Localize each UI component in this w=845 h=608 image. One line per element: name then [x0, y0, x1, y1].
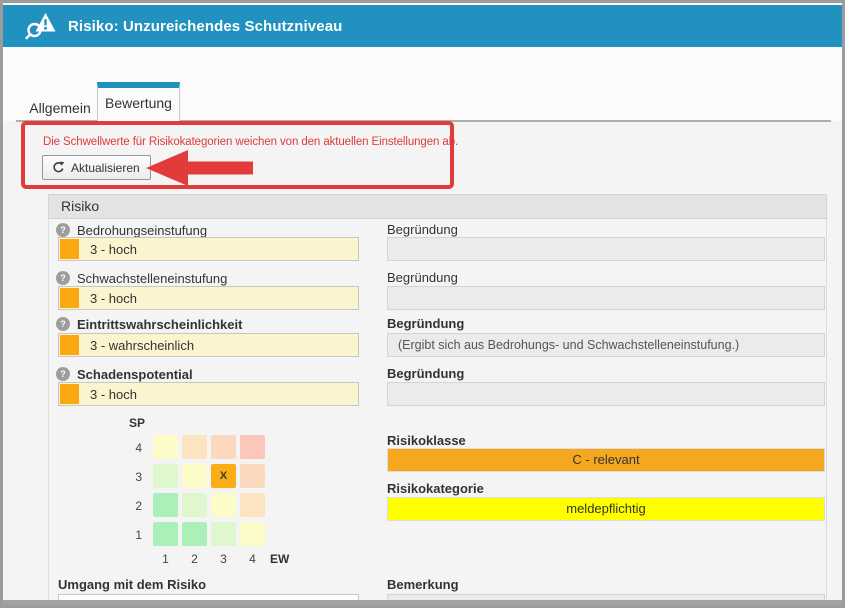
rating-level-marker: [60, 239, 79, 259]
matrix-col-label-4: 4: [240, 552, 265, 566]
schadenspotential-label-row: ? Schadenspotential: [56, 366, 193, 382]
help-icon[interactable]: ?: [56, 367, 70, 381]
matrix-cell-ew2-sp3[interactable]: [182, 464, 207, 488]
eintritt-rating-field[interactable]: 3 - wahrscheinlich: [58, 333, 359, 357]
risk-matrix-grid: X: [153, 435, 265, 547]
begruendung-label-2: Begründung: [387, 270, 458, 286]
matrix-col-label-1: 1: [153, 552, 178, 566]
risk-class-bar: C - relevant: [387, 448, 825, 472]
schwachstellen-rating-field[interactable]: 3 - hoch: [58, 286, 359, 310]
schadenspotential-rating-value: 3 - hoch: [90, 387, 137, 402]
aktualisieren-button[interactable]: Aktualisieren: [42, 155, 151, 180]
tab-allgemein[interactable]: Allgemein: [24, 95, 96, 121]
risk-category-bar: meldepflichtig: [387, 497, 825, 521]
help-icon[interactable]: ?: [56, 223, 70, 237]
window-titlebar: Risiko: Unzureichendes Schutzniveau: [3, 5, 842, 47]
bedrohung-rating-value: 3 - hoch: [90, 242, 137, 257]
window-title: Risiko: Unzureichendes Schutzniveau: [68, 18, 342, 35]
annotation-arrow: [146, 150, 253, 186]
bedrohung-rating-field[interactable]: 3 - hoch: [58, 237, 359, 261]
matrix-cell-ew3-sp4[interactable]: [211, 435, 236, 459]
matrix-row-label-2: 2: [120, 499, 142, 513]
risikokategorie-label: Risikokategorie: [387, 481, 484, 497]
bemerkung-label: Bemerkung: [387, 577, 459, 593]
matrix-row-label-3: 3: [120, 470, 142, 484]
eintritt-label-row: ? Eintrittswahrscheinlichkeit: [56, 316, 242, 332]
refresh-icon: [52, 161, 65, 174]
rating-level-marker: [60, 384, 79, 404]
schadenspotential-rating-field[interactable]: 3 - hoch: [58, 382, 359, 406]
begruendung-label-3: Begründung: [387, 316, 464, 332]
aktualisieren-button-label: Aktualisieren: [71, 161, 140, 175]
eintritt-rating-value: 3 - wahrscheinlich: [90, 338, 194, 353]
matrix-row-label-1: 1: [120, 528, 142, 542]
risiko-panel-header: Risiko: [48, 194, 827, 219]
matrix-y-axis-label: SP: [129, 416, 145, 430]
matrix-cell-ew3-sp1[interactable]: [211, 522, 236, 546]
help-icon[interactable]: ?: [56, 317, 70, 331]
help-icon[interactable]: ?: [56, 271, 70, 285]
matrix-cell-ew2-sp2[interactable]: [182, 493, 207, 517]
risikoklasse-label: Risikoklasse: [387, 433, 466, 449]
matrix-cell-ew1-sp1[interactable]: [153, 522, 178, 546]
eintritt-label: Eintrittswahrscheinlichkeit: [77, 317, 242, 332]
rating-level-marker: [60, 288, 79, 308]
matrix-cell-ew1-sp2[interactable]: [153, 493, 178, 517]
begruendung-label-4: Begründung: [387, 366, 464, 382]
threshold-warning-text: Die Schwellwerte für Risikokategorien we…: [43, 136, 458, 148]
risk-alert-icon: [24, 11, 58, 41]
risk-dialog-window: Risiko: Unzureichendes Schutzniveau Allg…: [0, 0, 845, 608]
begruendung-input-3[interactable]: (Ergibt sich aus Bedrohungs- und Schwach…: [387, 333, 825, 357]
begruendung-input-2[interactable]: [387, 286, 825, 310]
bedrohung-label: Bedrohungseinstufung: [77, 223, 207, 238]
begruendung-label-1: Begründung: [387, 222, 458, 238]
matrix-cell-ew2-sp1[interactable]: [182, 522, 207, 546]
schwachstellen-label: Schwachstelleneinstufung: [77, 271, 227, 286]
matrix-cell-ew3-sp3[interactable]: X: [211, 464, 236, 488]
schwachstellen-rating-value: 3 - hoch: [90, 291, 137, 306]
matrix-cell-ew4-sp2[interactable]: [240, 493, 265, 517]
matrix-cell-ew4-sp3[interactable]: [240, 464, 265, 488]
matrix-col-label-2: 2: [182, 552, 207, 566]
begruendung-input-1[interactable]: [387, 237, 825, 261]
rating-level-marker: [60, 335, 79, 355]
matrix-x-axis-label: EW: [270, 552, 289, 566]
bedrohung-label-row: ? Bedrohungseinstufung: [56, 222, 207, 238]
matrix-cell-ew2-sp4[interactable]: [182, 435, 207, 459]
matrix-cell-ew4-sp4[interactable]: [240, 435, 265, 459]
matrix-cell-ew4-sp1[interactable]: [240, 522, 265, 546]
matrix-row-label-4: 4: [120, 441, 142, 455]
window-bottom-edge: [3, 600, 842, 605]
matrix-cell-ew1-sp4[interactable]: [153, 435, 178, 459]
matrix-cell-ew1-sp3[interactable]: [153, 464, 178, 488]
matrix-col-label-3: 3: [211, 552, 236, 566]
umgang-label: Umgang mit dem Risiko: [58, 577, 206, 592]
schadenspotential-label: Schadenspotential: [77, 367, 193, 382]
tab-bewertung[interactable]: Bewertung: [97, 82, 180, 121]
matrix-cell-ew3-sp2[interactable]: [211, 493, 236, 517]
schwachstellen-label-row: ? Schwachstelleneinstufung: [56, 270, 227, 286]
begruendung-input-4[interactable]: [387, 382, 825, 406]
